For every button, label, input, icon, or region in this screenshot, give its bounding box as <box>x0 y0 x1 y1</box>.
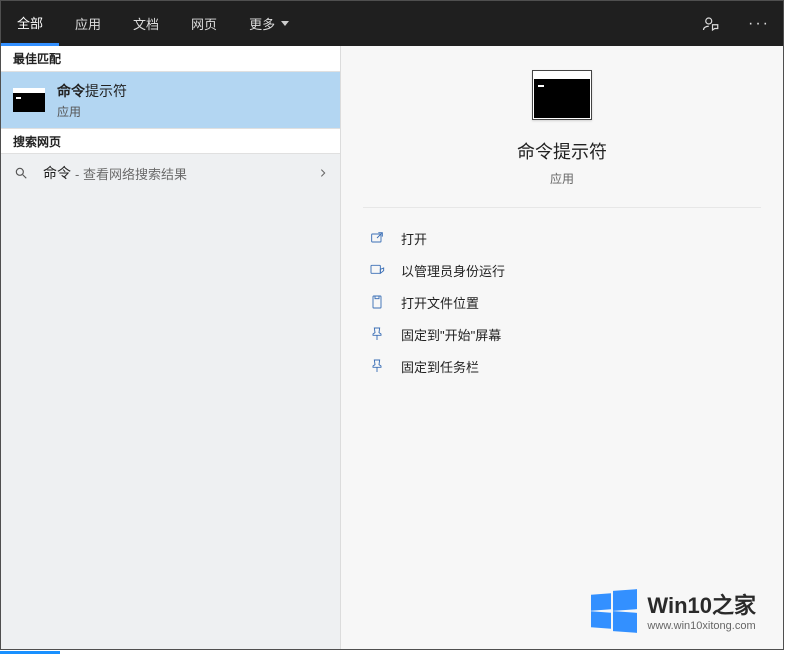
actions-list: 打开 以管理员身份运行 打开文件位置 <box>341 208 783 396</box>
tab-more[interactable]: 更多 <box>233 1 305 46</box>
results-panel: 最佳匹配 命令提示符 应用 搜索网页 命令 - 查看网络搜索结果 <box>1 46 341 649</box>
feedback-icon[interactable] <box>687 1 735 46</box>
result-cmd-prompt[interactable]: 命令提示符 应用 <box>1 72 340 128</box>
action-label: 打开文件位置 <box>401 293 479 312</box>
shield-run-icon <box>367 260 387 280</box>
pin-icon <box>367 356 387 376</box>
detail-title: 命令提示符 <box>517 138 607 164</box>
action-label: 固定到"开始"屏幕 <box>401 325 501 344</box>
windows-logo-icon <box>591 590 637 630</box>
action-label: 固定到任务栏 <box>401 357 479 376</box>
pin-icon <box>367 324 387 344</box>
tab-docs[interactable]: 文档 <box>117 1 175 46</box>
search-tabs: 全部 应用 文档 网页 更多 ··· <box>1 1 783 46</box>
open-icon <box>367 228 387 248</box>
result-category: 应用 <box>57 103 127 120</box>
search-web-header: 搜索网页 <box>1 128 340 154</box>
result-title: 命令提示符 <box>57 81 127 101</box>
tab-apps[interactable]: 应用 <box>59 1 117 46</box>
more-options-icon[interactable]: ··· <box>735 1 783 46</box>
action-label: 打开 <box>401 229 427 248</box>
action-run-admin[interactable]: 以管理员身份运行 <box>363 254 761 286</box>
chevron-right-icon <box>318 166 328 181</box>
web-query: 命令 <box>43 163 71 183</box>
search-icon <box>13 165 29 181</box>
action-pin-start[interactable]: 固定到"开始"屏幕 <box>363 318 761 350</box>
tab-all[interactable]: 全部 <box>1 1 59 46</box>
cmd-icon <box>13 88 45 112</box>
best-match-header: 最佳匹配 <box>1 46 340 72</box>
action-open-location[interactable]: 打开文件位置 <box>363 286 761 318</box>
folder-icon <box>367 292 387 312</box>
cmd-icon-large <box>532 70 592 120</box>
web-hint: - 查看网络搜索结果 <box>75 164 187 183</box>
watermark: Win10之家 www.win10xitong.com <box>591 588 756 632</box>
action-pin-taskbar[interactable]: 固定到任务栏 <box>363 350 761 382</box>
search-web-row[interactable]: 命令 - 查看网络搜索结果 <box>1 154 340 192</box>
detail-category: 应用 <box>550 170 574 187</box>
detail-panel: 命令提示符 应用 打开 以管理员身份运行 <box>341 46 783 649</box>
action-open[interactable]: 打开 <box>363 222 761 254</box>
tab-web[interactable]: 网页 <box>175 1 233 46</box>
action-label: 以管理员身份运行 <box>401 261 505 280</box>
